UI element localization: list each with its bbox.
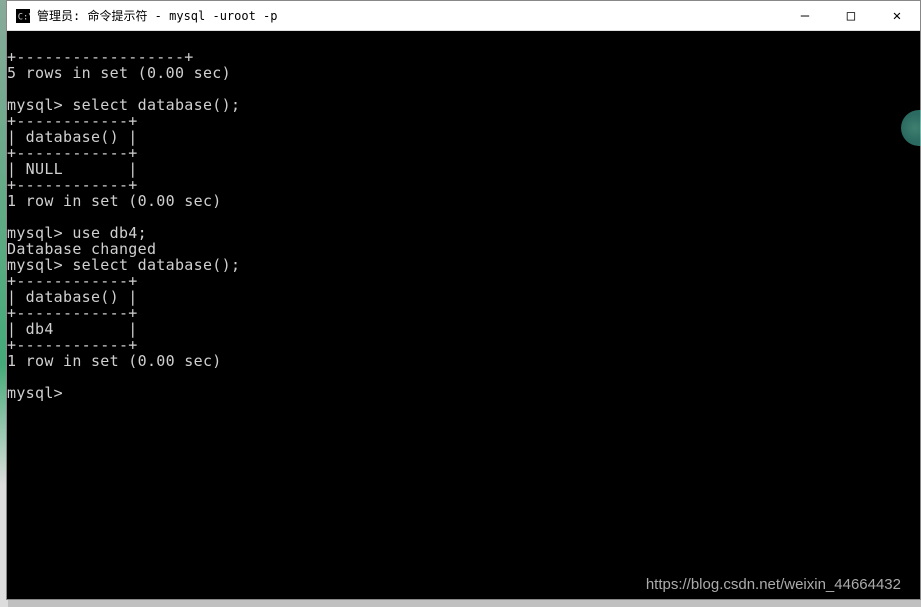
terminal-line: 1 row in set (0.00 sec) [7,352,222,370]
titlebar[interactable]: C:\ 管理员: 命令提示符 - mysql -uroot -p — □ ✕ [7,1,920,31]
terminal-output[interactable]: +------------------+ 5 rows in set (0.00… [7,31,920,599]
window-controls: — □ ✕ [782,1,920,30]
close-button[interactable]: ✕ [874,1,920,30]
maximize-button[interactable]: □ [828,1,874,30]
terminal-line: 5 rows in set (0.00 sec) [7,64,231,82]
terminal-line: mysql> [7,384,63,402]
command-prompt-window: C:\ 管理员: 命令提示符 - mysql -uroot -p — □ ✕ +… [6,0,921,600]
svg-text:C:\: C:\ [18,12,30,22]
window-title: 管理员: 命令提示符 - mysql -uroot -p [37,7,278,24]
watermark-text: https://blog.csdn.net/weixin_44664432 [646,576,901,593]
minimize-button[interactable]: — [782,1,828,30]
cmd-icon: C:\ [15,8,31,24]
terminal-line: 1 row in set (0.00 sec) [7,192,222,210]
